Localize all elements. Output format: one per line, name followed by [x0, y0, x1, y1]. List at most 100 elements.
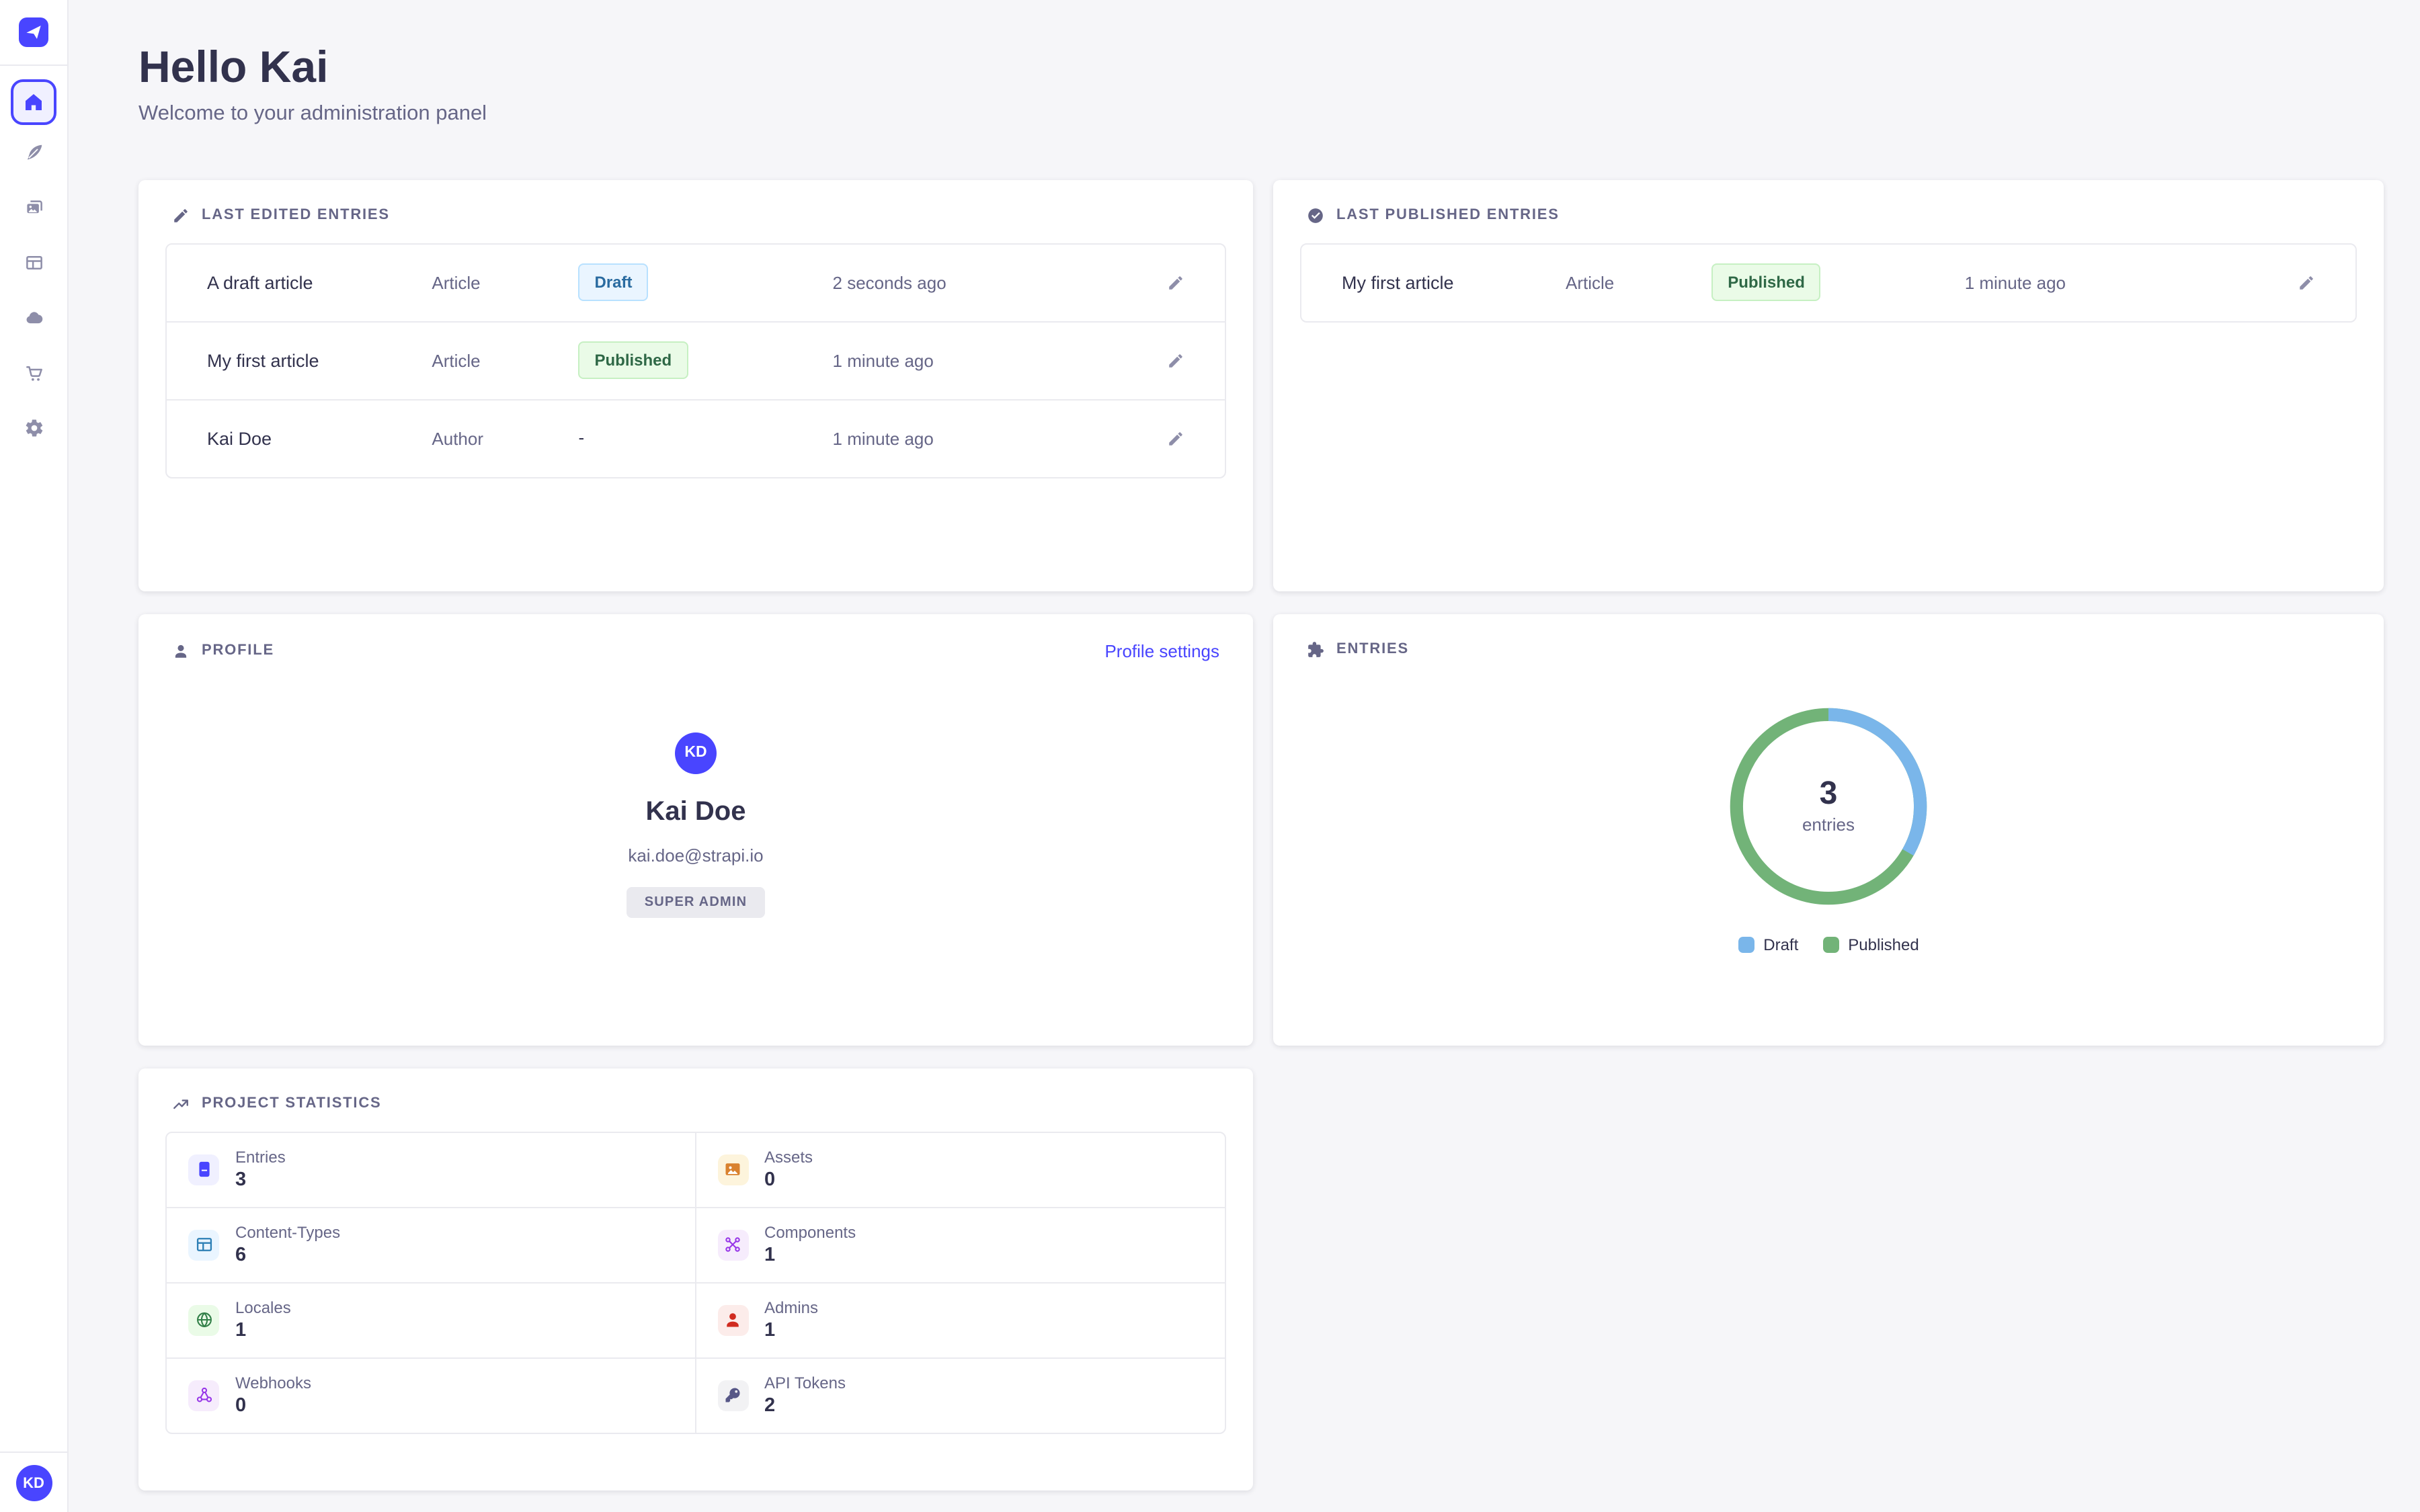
card-last-edited-entries: LAST EDITED ENTRIES A draft article Arti…	[138, 179, 1253, 591]
entries-donut-chart: 3 entries	[1725, 702, 1932, 909]
sidebar-item-content-type-builder[interactable]	[0, 235, 67, 290]
card-last-published-entries: LAST PUBLISHED ENTRIES My first article …	[1273, 179, 2384, 591]
sidebar-item-deploy[interactable]	[0, 290, 67, 345]
content-type-icon	[188, 1229, 219, 1260]
dashboard-grid: LAST EDITED ENTRIES A draft article Arti…	[138, 179, 2382, 1490]
stat-value: 0	[764, 1171, 813, 1190]
card-entries-chart: ENTRIES 3 entries Draft Published	[1273, 614, 2384, 1045]
last-edited-table: A draft article Article Draft 2 seconds …	[165, 243, 1226, 478]
sidebar-item-content-manager[interactable]	[0, 125, 67, 180]
media-icon	[24, 198, 44, 218]
page-subtitle: Welcome to your administration panel	[138, 103, 2382, 124]
sidebar-divider	[0, 65, 67, 66]
entry-type: Author	[432, 428, 578, 448]
status-badge: Published	[1711, 263, 1821, 301]
table-row[interactable]: My first article Article Published 1 min…	[1301, 244, 2355, 321]
legend-label: Draft	[1763, 935, 1798, 954]
stat-label: Entries	[235, 1149, 286, 1165]
admin-user-icon	[717, 1304, 748, 1335]
status-empty: -	[579, 427, 585, 448]
entry-status: Published	[1711, 263, 1964, 301]
profile-settings-link[interactable]: Profile settings	[1104, 640, 1219, 661]
table-row[interactable]: My first article Article Published 1 min…	[167, 321, 1225, 398]
stat-label: API Tokens	[764, 1375, 846, 1391]
edit-entry-button[interactable]	[2298, 274, 2315, 291]
entry-updated-time: 1 minute ago	[833, 350, 1144, 370]
card-header: LAST EDITED ENTRIES	[138, 179, 1253, 224]
legend-swatch	[1738, 936, 1754, 952]
last-published-table: My first article Article Published 1 min…	[1300, 243, 2357, 322]
feather-icon	[24, 142, 44, 163]
stat-cell: Entries 3	[167, 1132, 696, 1208]
sidebar-item-home[interactable]	[11, 79, 56, 125]
stat-value: 1	[764, 1321, 818, 1341]
layout-icon	[24, 253, 44, 273]
stat-cell: Admins 1	[696, 1283, 1225, 1358]
sidebar-bottom-divider	[0, 1452, 67, 1453]
home-icon	[23, 91, 44, 113]
component-icon	[717, 1229, 748, 1260]
donut-center: 3 entries	[1725, 702, 1932, 909]
stat-value: 3	[235, 1171, 286, 1190]
stat-value: 0	[235, 1396, 311, 1416]
trend-icon	[172, 1095, 190, 1112]
profile-avatar: KD	[675, 732, 717, 773]
card-title: PROJECT STATISTICS	[202, 1095, 382, 1111]
key-icon	[717, 1380, 748, 1411]
strapi-logo-icon	[19, 17, 48, 47]
edit-entry-button[interactable]	[1167, 429, 1184, 447]
strapi-admin-dashboard: KD Hello Kai Welcome to your administrat…	[0, 0, 2420, 1512]
entry-name: Kai Doe	[207, 428, 432, 448]
entry-status: Draft	[579, 263, 833, 301]
card-header: ENTRIES	[1273, 614, 2384, 658]
entry-name: A draft article	[207, 272, 432, 292]
entry-type: Article	[432, 272, 578, 292]
stat-label: Webhooks	[235, 1375, 311, 1391]
legend-item: Published	[1822, 935, 1919, 954]
edit-entry-button[interactable]	[1167, 274, 1184, 291]
entry-updated-time: 2 seconds ago	[833, 272, 1144, 292]
stat-cell: Components 1	[696, 1208, 1225, 1283]
strapi-logo[interactable]	[19, 17, 48, 47]
legend-swatch	[1822, 936, 1839, 952]
status-badge: Published	[579, 341, 688, 379]
table-row[interactable]: Kai Doe Author - 1 minute ago	[167, 398, 1225, 476]
stat-value: 1	[235, 1321, 291, 1341]
card-title: PROFILE	[202, 642, 274, 659]
card-profile: PROFILE Profile settings KD Kai Doe kai.…	[138, 614, 1253, 1045]
entry-name: My first article	[207, 350, 432, 370]
sidebar-bottom: KD	[0, 1434, 67, 1512]
entry-status: -	[579, 426, 833, 450]
chart-legend: Draft Published	[1273, 935, 2384, 954]
sidebar-item-marketplace[interactable]	[0, 345, 67, 401]
stat-cell: Locales 1	[167, 1283, 696, 1358]
sidebar-item-media-library[interactable]	[0, 180, 67, 235]
donut-value: 3	[1820, 778, 1838, 810]
project-statistics-table: Entries 3 Assets 0 Content-Types 6 Compo…	[165, 1131, 1226, 1433]
stat-cell: Content-Types 6	[167, 1208, 696, 1283]
role-badge: SUPER ADMIN	[627, 886, 764, 917]
card-header: PROFILE Profile settings	[138, 614, 1253, 661]
card-title: LAST PUBLISHED ENTRIES	[1336, 207, 1560, 223]
stat-label: Locales	[235, 1300, 291, 1316]
entry-status: Published	[579, 341, 833, 379]
sidebar-item-settings[interactable]	[0, 401, 67, 456]
stat-value: 1	[764, 1246, 856, 1265]
check-circle-icon	[1307, 206, 1324, 224]
profile-email: kai.doe@strapi.io	[628, 845, 763, 865]
edit-entry-button[interactable]	[1167, 351, 1184, 369]
entry-updated-time: 1 minute ago	[1965, 272, 2275, 292]
cart-icon	[24, 363, 44, 383]
pencil-icon	[172, 206, 190, 224]
sidebar: KD	[0, 0, 69, 1512]
page-title: Hello Kai	[138, 44, 2382, 89]
card-header: PROJECT STATISTICS	[138, 1068, 1253, 1112]
stat-label: Admins	[764, 1300, 818, 1316]
picture-icon	[717, 1154, 748, 1185]
table-row[interactable]: A draft article Article Draft 2 seconds …	[167, 244, 1225, 321]
card-title: LAST EDITED ENTRIES	[202, 207, 390, 223]
card-project-statistics: PROJECT STATISTICS Entries 3 Assets 0 Co…	[138, 1068, 1253, 1490]
status-badge: Draft	[579, 263, 649, 301]
entry-name: My first article	[1342, 272, 1566, 292]
user-avatar[interactable]: KD	[15, 1465, 52, 1501]
